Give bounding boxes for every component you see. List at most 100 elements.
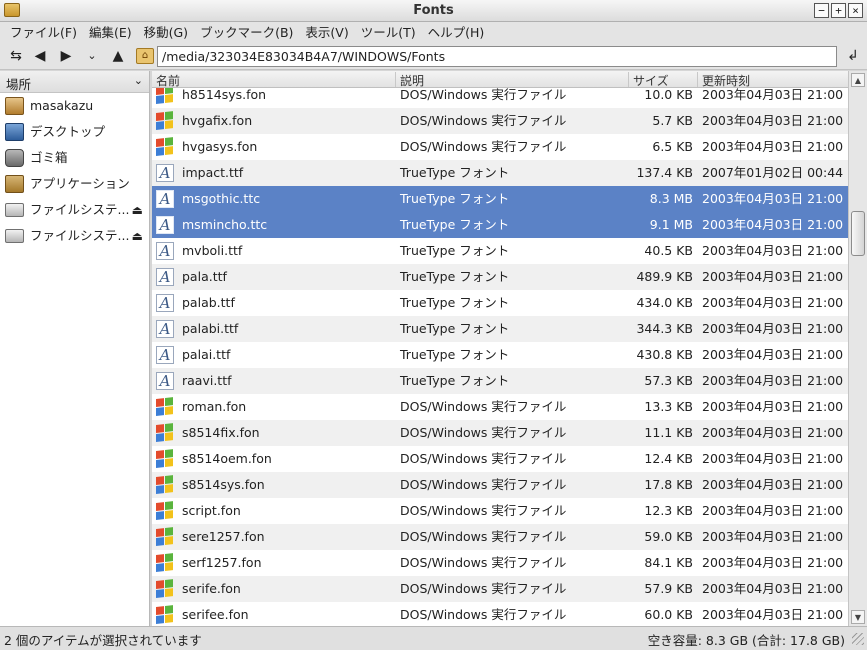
file-size: 489.9 KB: [636, 269, 693, 284]
file-name: mvboli.ttf: [182, 243, 243, 258]
chevron-down-icon[interactable]: ⌄: [134, 74, 143, 87]
go-icon[interactable]: ↲: [843, 47, 863, 65]
sidebar-item-trash[interactable]: ゴミ箱: [0, 145, 149, 171]
eject-icon[interactable]: ⏏: [132, 223, 143, 249]
menu-edit[interactable]: 編集(E): [83, 22, 138, 43]
toolbar: ⇆ ◀ ▶ ⌄ ▲ ⌂ ↲: [0, 43, 867, 70]
file-name: s8514fix.fon: [182, 425, 260, 440]
file-name: palab.ttf: [182, 295, 235, 310]
column-size[interactable]: サイズ: [633, 72, 669, 89]
file-date: 2003年04月03日 21:00: [702, 477, 844, 492]
toggle-location-icon[interactable]: ⇆: [6, 47, 26, 65]
table-row[interactable]: serife.fon DOS/Windows 実行ファイル 57.9 KB 2003年…: [152, 576, 848, 602]
menu-help[interactable]: ヘルプ(H): [422, 22, 491, 43]
windows-exe-icon: [156, 137, 174, 157]
table-row[interactable]: Araavi.ttf TrueType フォント 57.3 KB 2003年04月03…: [152, 368, 848, 394]
table-row[interactable]: Apala.ttf TrueType フォント 489.9 KB 2003年04月03…: [152, 264, 848, 290]
menu-tools[interactable]: ツール(T): [355, 22, 422, 43]
table-row[interactable]: sere1257.fon DOS/Windows 実行ファイル 59.0 KB 200…: [152, 524, 848, 550]
font-icon: A: [156, 164, 174, 182]
sidebar-item-applications[interactable]: アプリケーション: [0, 171, 149, 197]
file-rows: h8514sys.fon DOS/Windows 実行ファイル 10.0 KB 200…: [152, 82, 848, 626]
table-row[interactable]: s8514sys.fon DOS/Windows 実行ファイル 17.8 KB 200…: [152, 472, 848, 498]
up-arrow-icon[interactable]: ▲: [108, 47, 128, 65]
sidebar-item-label: ファイルシステ...: [30, 228, 130, 243]
sidebar-item-label: ゴミ箱: [30, 150, 68, 165]
sidebar-title: 場所: [6, 77, 32, 92]
table-row[interactable]: roman.fon DOS/Windows 実行ファイル 13.3 KB 2003年0…: [152, 394, 848, 420]
scroll-up-icon[interactable]: ▲: [851, 73, 865, 87]
table-row[interactable]: Apalabi.ttf TrueType フォント 344.3 KB 2003年04月…: [152, 316, 848, 342]
file-size: 137.4 KB: [636, 165, 693, 180]
file-name: palai.ttf: [182, 347, 231, 362]
sidebar-item-desktop[interactable]: デスクトップ: [0, 119, 149, 145]
menu-go[interactable]: 移動(G): [138, 22, 194, 43]
file-name: serifee.fon: [182, 607, 249, 622]
forward-arrow-icon[interactable]: ▶: [56, 47, 76, 65]
menu-bar: ファイル(F) 編集(E) 移動(G) ブックマーク(B) 表示(V) ツール(…: [0, 22, 867, 43]
file-type: TrueType フォント: [400, 191, 510, 206]
scrollbar-thumb[interactable]: [851, 211, 865, 256]
path-home-icon[interactable]: ⌂: [136, 48, 154, 64]
column-headers: 名前 説明 サイズ 更新時刻: [152, 71, 848, 88]
sidebar-item-label: デスクトップ: [30, 124, 106, 139]
table-row[interactable]: hvgafix.fon DOS/Windows 実行ファイル 5.7 KB 2003年…: [152, 108, 848, 134]
window-title: Fonts: [413, 3, 454, 18]
vertical-scrollbar[interactable]: ▲ ▼: [848, 71, 867, 626]
location-input[interactable]: [157, 46, 837, 67]
free-space-status: 空き容量: 8.3 GB (合計: 17.8 GB): [647, 633, 845, 648]
table-row[interactable]: hvgasys.fon DOS/Windows 実行ファイル 6.5 KB 2003年…: [152, 134, 848, 160]
column-separator[interactable]: [628, 72, 629, 87]
sidebar-item-filesystem-2[interactable]: ファイルシステ... ⏏: [0, 223, 149, 249]
file-date: 2003年04月03日 21:00: [702, 321, 844, 336]
table-row[interactable]: Aimpact.ttf TrueType フォント 137.4 KB 2007年01月…: [152, 160, 848, 186]
file-type: DOS/Windows 実行ファイル: [400, 139, 567, 154]
file-type: DOS/Windows 実行ファイル: [400, 555, 567, 570]
font-icon: A: [156, 242, 174, 260]
table-row[interactable]: s8514fix.fon DOS/Windows 実行ファイル 11.1 KB 200…: [152, 420, 848, 446]
table-row[interactable]: serf1257.fon DOS/Windows 実行ファイル 84.1 KB 200…: [152, 550, 848, 576]
resize-grip-icon[interactable]: [852, 633, 864, 645]
file-size: 57.3 KB: [644, 373, 693, 388]
table-row[interactable]: script.fon DOS/Windows 実行ファイル 12.3 KB 2003年…: [152, 498, 848, 524]
history-dropdown-icon[interactable]: ⌄: [82, 47, 102, 65]
table-row[interactable]: Apalab.ttf TrueType フォント 434.0 KB 2003年04月0…: [152, 290, 848, 316]
file-name: s8514sys.fon: [182, 477, 265, 492]
scroll-down-icon[interactable]: ▼: [851, 610, 865, 624]
column-separator[interactable]: [697, 72, 698, 87]
file-size: 84.1 KB: [644, 555, 693, 570]
sidebar-item-home[interactable]: masakazu: [0, 93, 149, 119]
table-row[interactable]: Amvboli.ttf TrueType フォント 40.5 KB 2003年04月0…: [152, 238, 848, 264]
sidebar-header[interactable]: 場所 ⌄: [0, 71, 149, 93]
table-row[interactable]: Amsgothic.ttc TrueType フォント 8.3 MB 2003年04月…: [152, 186, 848, 212]
minimize-button[interactable]: −: [814, 3, 829, 18]
file-type: DOS/Windows 実行ファイル: [400, 529, 567, 544]
file-name: s8514oem.fon: [182, 451, 272, 466]
column-date[interactable]: 更新時刻: [702, 72, 750, 89]
file-size: 430.8 KB: [636, 347, 693, 362]
table-row[interactable]: Amsmincho.ttc TrueType フォント 9.1 MB 2003年04月…: [152, 212, 848, 238]
column-name[interactable]: 名前: [156, 72, 180, 89]
maximize-button[interactable]: +: [831, 3, 846, 18]
close-button[interactable]: ×: [848, 3, 863, 18]
column-separator[interactable]: [395, 72, 396, 87]
file-date: 2003年04月03日 21:00: [702, 217, 844, 232]
menu-file[interactable]: ファイル(F): [4, 22, 83, 43]
table-row[interactable]: Apalai.ttf TrueType フォント 430.8 KB 2003年04月0…: [152, 342, 848, 368]
home-folder-icon: [5, 97, 24, 115]
file-date: 2003年04月03日 21:00: [702, 607, 844, 622]
table-row[interactable]: s8514oem.fon DOS/Windows 実行ファイル 12.4 KB 200…: [152, 446, 848, 472]
windows-exe-icon: [156, 423, 174, 443]
menu-view[interactable]: 表示(V): [299, 22, 354, 43]
sidebar-item-filesystem-1[interactable]: ファイルシステ... ⏏: [0, 197, 149, 223]
file-type: DOS/Windows 実行ファイル: [400, 477, 567, 492]
back-arrow-icon[interactable]: ◀: [30, 47, 50, 65]
menu-bookmarks[interactable]: ブックマーク(B): [194, 22, 299, 43]
column-type[interactable]: 説明: [400, 72, 424, 89]
file-date: 2003年04月03日 21:00: [702, 581, 844, 596]
sidebar-item-label: ファイルシステ...: [30, 202, 130, 217]
eject-icon[interactable]: ⏏: [132, 197, 143, 223]
table-row[interactable]: serifee.fon DOS/Windows 実行ファイル 60.0 KB 2003…: [152, 602, 848, 626]
drive-icon: [5, 203, 24, 217]
font-icon: A: [156, 320, 174, 338]
